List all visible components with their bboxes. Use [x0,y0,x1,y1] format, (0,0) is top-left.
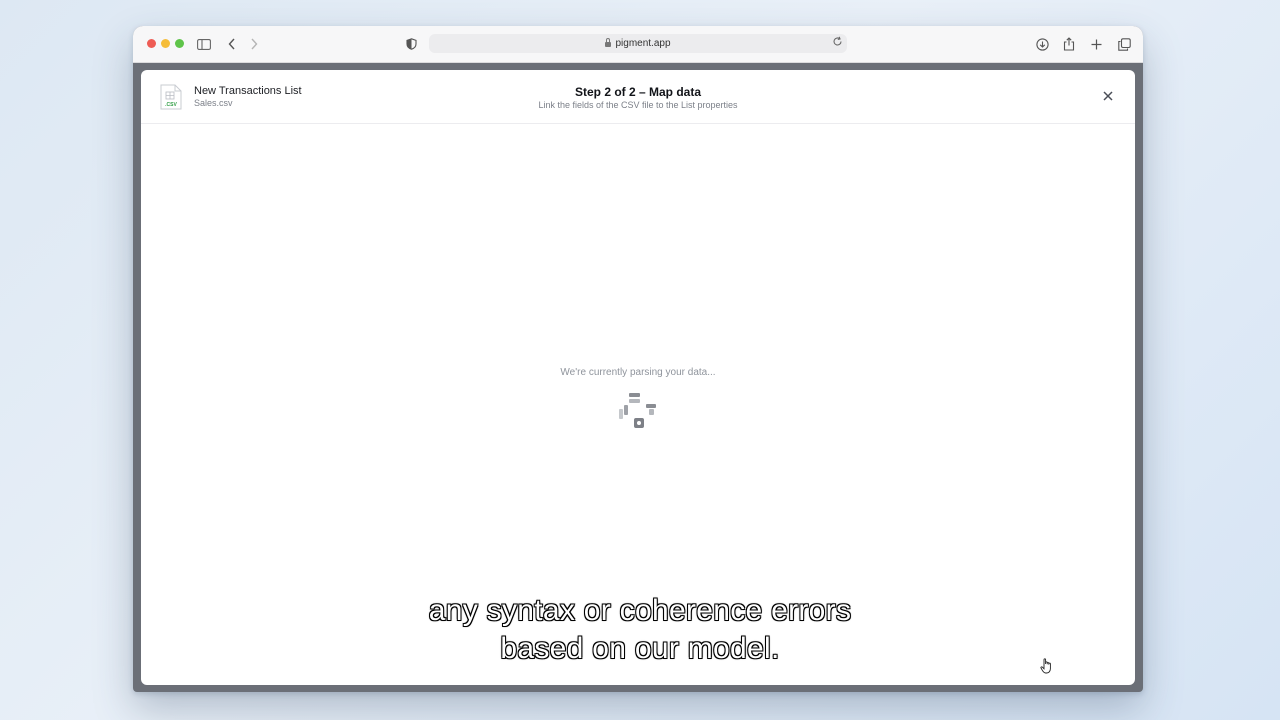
downloads-icon[interactable] [1033,35,1051,53]
close-modal-button[interactable] [1101,89,1115,103]
video-caption: any syntax or coherence errors based on … [0,592,1280,668]
hand-cursor-icon [1040,657,1054,680]
forward-icon[interactable] [245,35,263,53]
sidebar-toggle-icon[interactable] [195,35,213,53]
modal-header: .CSV New Transactions List Sales.csv Ste… [141,70,1135,124]
caption-line-2: based on our model. [500,631,780,665]
loading-spinner-icon [617,390,659,437]
lock-icon [605,38,612,47]
share-icon[interactable] [1060,35,1078,53]
tab-overview-icon[interactable] [1115,35,1133,53]
browser-toolbar: pigment.app [133,26,1143,63]
url-text: pigment.app [615,38,671,49]
reload-icon[interactable] [832,36,843,50]
step-title: Step 2 of 2 – Map data [574,85,702,99]
maximize-window-button[interactable] [175,39,184,48]
close-icon [1103,91,1113,101]
close-window-button[interactable] [147,39,156,48]
parsing-message: We're currently parsing your data... [560,367,716,378]
address-bar[interactable]: pigment.app [429,34,847,53]
step-subtitle: Link the fields of the CSV file to the L… [538,100,738,110]
new-tab-icon[interactable] [1087,35,1105,53]
minimize-window-button[interactable] [161,39,170,48]
privacy-shield-icon[interactable] [402,35,420,53]
caption-line-1: any syntax or coherence errors [428,593,852,627]
back-icon[interactable] [223,35,241,53]
